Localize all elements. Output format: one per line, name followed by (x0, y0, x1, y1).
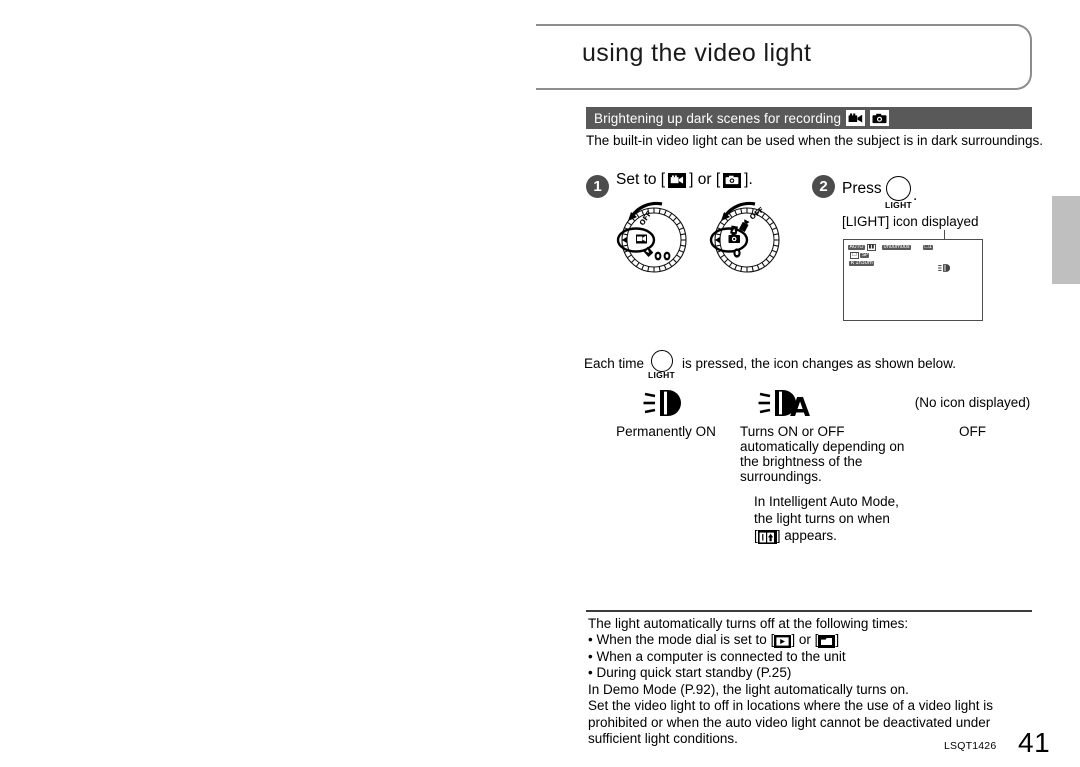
state-column-permanently-on: Permanently ON (606, 386, 726, 439)
section-header-label: Brightening up dark scenes for recording (594, 110, 842, 126)
notes-block: The light automatically turns off at the… (588, 616, 1040, 748)
battery-icon: ▮▮ (866, 244, 877, 252)
video-light-icon (937, 260, 952, 278)
page-edge-tab (1052, 196, 1080, 284)
step-1-instruction: Set to [ ] or [ ]. (616, 171, 753, 189)
mode-dial-illustration-photo: OFF (703, 196, 787, 280)
auto-letter-a: A (790, 393, 810, 418)
section-header-bar: Brightening up dark scenes for recording (586, 107, 1032, 129)
notes-bullet-1-middle: ] or [ (791, 632, 819, 648)
notes-line-1: The light automatically turns off at the… (588, 616, 909, 631)
step-2-instruction: Press (842, 180, 882, 198)
dial-pointer (715, 236, 721, 244)
mode-dial-photo-graphic: OFF (709, 201, 780, 273)
osd-top-row: AUTO ▮▮ 0h00m00s ☐1 (848, 244, 934, 252)
light-button-label: LIGHT (648, 370, 676, 380)
step-1-text-after: ]. (744, 171, 753, 188)
dial-playback-icon (730, 225, 738, 235)
video-mode-glyph (848, 113, 863, 122)
video-mode-icon (668, 172, 687, 188)
step-1-text-before: Set to [ (616, 171, 666, 188)
state-caption-off: OFF (959, 424, 986, 439)
lcd-caption: [LIGHT] icon displayed (842, 214, 979, 229)
step-2-number: 2 (812, 175, 835, 198)
osd-third-row: R 1h30m (849, 260, 875, 267)
photo-mode-icon (723, 172, 742, 188)
no-icon-displayed-label: (No icon displayed) (914, 395, 1031, 410)
photo-mode-glyph (725, 175, 739, 185)
manual-page: using the video light Brightening up dar… (0, 0, 1080, 767)
note-line-1: In Intelligent Auto Mode, (754, 494, 899, 509)
osd-counter: 0h00m00s (881, 244, 911, 251)
page-title: using the video light (582, 39, 812, 67)
notes-bullet-1-after: ] (835, 632, 840, 648)
mode-dial-video-graphic: OFF (616, 201, 687, 273)
video-light-auto-glyph: A (758, 390, 810, 418)
notes-bullet-2: • When a computer is connected to the un… (588, 648, 846, 664)
notes-bullet-3: • During quick start standby (P.25) (588, 665, 792, 681)
light-button-illustration: LIGHT (885, 176, 912, 210)
photo-mode-glyph (872, 113, 887, 123)
light-button-label: LIGHT (885, 200, 912, 210)
light-button-ring (651, 350, 674, 372)
note-line-3: [ ] appears. (754, 528, 910, 545)
intelligent-auto-icon (757, 530, 777, 545)
video-light-auto-icon: A (740, 386, 910, 420)
each-time-after: is pressed, the icon changes as shown be… (682, 355, 956, 371)
notes-divider (586, 610, 1032, 612)
playback-mode-glyph (776, 637, 789, 647)
each-time-before: Each time (584, 355, 645, 371)
video-light-on-glyph (643, 390, 681, 416)
step-2-period: . (913, 187, 918, 204)
state-column-auto: A Turns ON or OFF automatically dependin… (740, 386, 910, 545)
video-mode-glyph (670, 175, 684, 184)
state-column-off: (No icon displayed) OFF (900, 386, 1045, 439)
osd-auto-badge: AUTO (848, 244, 865, 251)
dial-photo-icon (728, 233, 740, 243)
intelligent-auto-glyph (759, 532, 775, 543)
osd-quality: SP (860, 252, 870, 259)
state-note-intelligent-auto: In Intelligent Auto Mode, the light turn… (740, 494, 910, 545)
chapter-title-box: using the video light (536, 24, 1032, 90)
state-caption-auto: Turns ON or OFF automatically depending … (740, 424, 905, 484)
each-time-row: Each time LIGHT is pressed, the icon cha… (584, 350, 956, 380)
osd-card-icon: ☐1 (922, 244, 934, 251)
state-caption-permanently-on: Permanently ON (616, 424, 716, 439)
media-icon: ☐ (850, 252, 859, 260)
step-1-text-middle: ] or [ (689, 171, 721, 188)
video-light-glyph (937, 264, 951, 272)
page-number: 41 (1018, 727, 1051, 758)
notes-bullet-1: • When the mode dial is set to [ ] or [ … (588, 632, 1040, 649)
document-code: LSQT1426 (944, 740, 997, 752)
note-line-2: the light turns on when (754, 510, 890, 526)
osd-second-row: ☐ SP (850, 252, 870, 260)
bracket-close: ] (776, 527, 781, 543)
dial-off-label: OFF (638, 210, 654, 227)
notes-bullet-1-before: • When the mode dial is set to [ (588, 632, 775, 648)
photo-mode-icon (870, 110, 890, 126)
note-line-3-text: appears. (784, 527, 837, 543)
light-button-illustration-inline: LIGHT (648, 350, 678, 380)
step-1-number: 1 (586, 175, 609, 198)
lcd-preview: AUTO ▮▮ 0h00m00s ☐1 ☐ SP R 1h30m (843, 239, 983, 321)
intro-paragraph: The built-in video light can be used whe… (586, 133, 1044, 148)
dial-playback-icon (643, 246, 654, 257)
video-light-on-icon (606, 386, 726, 420)
mode-dial-illustration-video: OFF (610, 196, 694, 280)
pc-mode-glyph (821, 638, 833, 646)
notes-line-2: In Demo Mode (P.92), the light automatic… (588, 681, 909, 697)
video-mode-icon (846, 110, 866, 126)
light-button-ring (886, 176, 911, 201)
dial-pointer (622, 236, 628, 244)
osd-remaining: R 1h30m (849, 260, 875, 267)
step-2-text: Press (842, 180, 882, 197)
playback-mode-icon (774, 635, 792, 649)
pc-mode-icon (818, 635, 836, 649)
